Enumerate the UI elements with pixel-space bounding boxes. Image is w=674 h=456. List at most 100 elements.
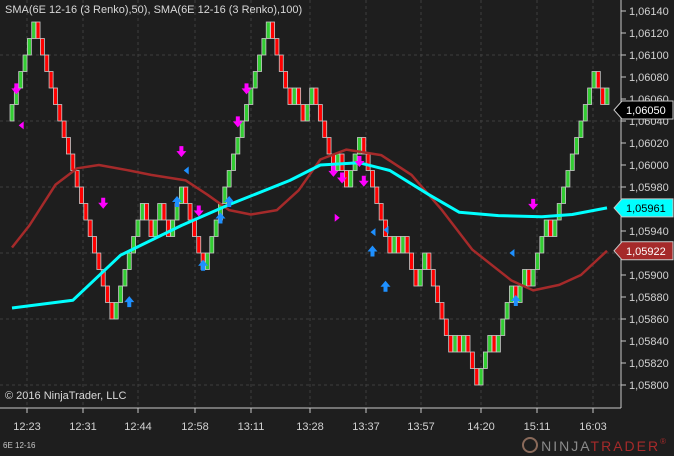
price-tick-label: 1,06020 xyxy=(629,138,669,150)
down-brick xyxy=(66,137,71,155)
up-brick xyxy=(205,252,210,270)
down-brick xyxy=(192,219,197,237)
down-brick xyxy=(548,219,553,237)
price-tick-label: 1,05820 xyxy=(629,358,669,370)
down-brick xyxy=(270,21,275,39)
down-brick xyxy=(274,38,280,56)
down-brick xyxy=(278,54,284,72)
up-brick xyxy=(226,170,232,188)
up-brick xyxy=(309,87,315,105)
long-signal-arrow-icon xyxy=(124,296,135,308)
up-brick xyxy=(152,219,158,237)
down-brick xyxy=(187,203,193,221)
down-brick xyxy=(443,318,449,336)
down-brick xyxy=(322,120,328,138)
logo-ninja: NINJA xyxy=(541,438,591,454)
up-brick xyxy=(157,203,163,221)
up-brick xyxy=(261,38,267,56)
down-brick xyxy=(404,236,410,254)
price-tick-label: 1,05800 xyxy=(629,380,669,392)
instrument-label: 6E 12-16 xyxy=(3,441,36,450)
down-brick xyxy=(79,186,84,204)
up-brick xyxy=(500,318,506,336)
short-signal-arrow-icon xyxy=(358,175,369,187)
down-brick xyxy=(474,368,480,386)
down-brick xyxy=(526,269,532,287)
price-tick-label: 1,06100 xyxy=(629,50,669,62)
up-brick xyxy=(126,252,132,270)
long-exit-triangle-icon xyxy=(183,166,189,175)
up-brick xyxy=(504,302,510,320)
price-tick-label: 1,05860 xyxy=(629,314,669,326)
price-tick-label: 1,05940 xyxy=(629,226,669,238)
up-brick xyxy=(252,71,258,89)
down-brick xyxy=(283,71,289,89)
time-tick-label: 13:57 xyxy=(407,421,435,433)
down-brick xyxy=(317,104,323,122)
up-brick xyxy=(561,186,566,204)
down-brick xyxy=(456,335,462,353)
down-brick xyxy=(387,236,393,254)
indicator-title: SMA(6E 12-16 (3 Renko),50), SMA(6E 12-16… xyxy=(5,4,303,16)
up-brick xyxy=(496,335,501,353)
up-brick xyxy=(587,87,593,105)
up-brick xyxy=(422,252,427,270)
down-brick xyxy=(48,71,54,89)
ninjatrader-logo: NINJATRADER® xyxy=(522,437,668,454)
down-brick xyxy=(296,87,302,105)
down-brick xyxy=(326,137,332,155)
down-brick xyxy=(109,302,115,320)
down-brick xyxy=(35,21,41,39)
up-brick xyxy=(213,219,219,237)
up-brick xyxy=(569,153,575,171)
down-brick xyxy=(74,170,80,188)
time-tick-label: 13:28 xyxy=(296,421,324,433)
up-brick xyxy=(478,368,484,386)
up-brick xyxy=(400,236,406,254)
up-brick xyxy=(539,236,545,254)
up-brick xyxy=(139,203,145,221)
price-tick-label: 1,06120 xyxy=(629,28,669,40)
down-brick xyxy=(44,54,50,72)
up-brick xyxy=(582,104,588,122)
short-signal-arrow-icon xyxy=(176,146,187,158)
time-tick-label: 15:11 xyxy=(524,421,551,433)
down-brick xyxy=(96,252,102,270)
down-brick xyxy=(439,302,445,320)
last-price-label: 1,06050 xyxy=(626,105,666,117)
down-brick xyxy=(57,104,63,122)
up-brick xyxy=(291,87,297,105)
down-brick xyxy=(465,335,471,353)
down-brick xyxy=(161,203,167,221)
up-brick xyxy=(26,38,32,56)
down-brick xyxy=(40,38,45,56)
renko-chart[interactable]: 1,061401,061201,061001,060801,060601,060… xyxy=(0,0,674,456)
up-brick xyxy=(482,351,488,369)
sma50-value-label: 1,05961 xyxy=(626,203,666,215)
down-brick xyxy=(287,87,293,105)
down-brick xyxy=(70,153,76,171)
down-brick xyxy=(300,104,306,122)
short-signal-arrow-icon xyxy=(98,197,109,209)
down-brick xyxy=(183,186,189,204)
time-tick-label: 16:03 xyxy=(579,421,607,433)
up-brick xyxy=(348,170,354,188)
up-brick xyxy=(522,269,527,287)
down-brick xyxy=(595,71,601,89)
up-brick xyxy=(535,252,540,270)
price-tick-label: 1,06000 xyxy=(629,160,669,172)
up-brick xyxy=(231,153,236,171)
price-tick-label: 1,06080 xyxy=(629,72,669,84)
down-brick xyxy=(378,203,384,221)
down-brick xyxy=(83,203,89,221)
down-brick xyxy=(600,87,606,105)
time-tick-label: 12:31 xyxy=(69,421,97,433)
down-brick xyxy=(144,203,150,221)
time-tick-label: 13:11 xyxy=(238,421,265,433)
price-tick-label: 1,05840 xyxy=(629,336,669,348)
up-brick xyxy=(257,54,262,72)
down-brick xyxy=(448,335,454,353)
up-brick xyxy=(265,21,271,39)
down-brick xyxy=(370,170,375,188)
down-brick xyxy=(413,269,419,287)
